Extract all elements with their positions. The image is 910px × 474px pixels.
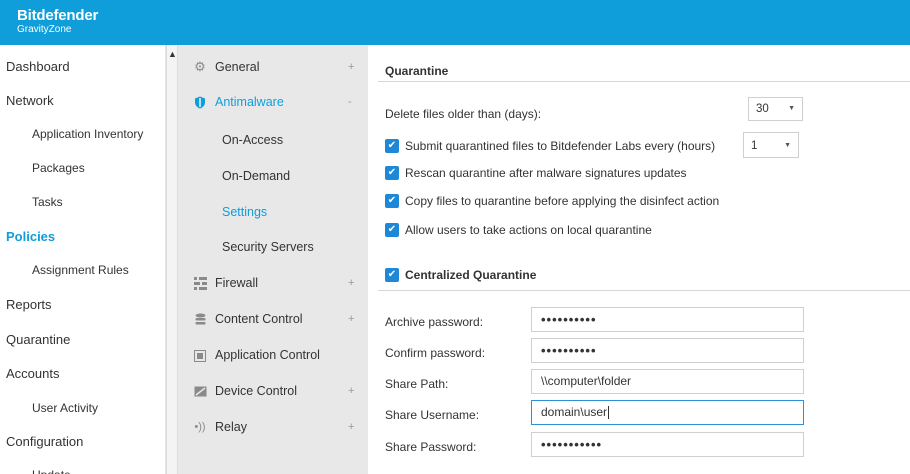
expand-icon[interactable]: + (348, 50, 354, 84)
relay-icon: •)) (194, 421, 206, 433)
nav-configuration[interactable]: Configuration (0, 428, 166, 456)
checkbox-checked-icon[interactable]: ✔ (385, 268, 399, 282)
section-device-control-label: Device Control (215, 384, 297, 398)
nav-accounts[interactable]: Accounts (0, 360, 166, 388)
share-username-value: domain\user (541, 405, 608, 419)
allow-users-label: Allow users to take actions on local qua… (405, 223, 652, 237)
share-password-field[interactable]: ••••••••••• (531, 432, 804, 457)
section-on-demand-label: On-Demand (222, 169, 291, 183)
delete-days-value: 30 (756, 103, 769, 115)
section-application-control[interactable]: Application Control (178, 338, 358, 372)
nav-assignment-rules[interactable]: Assignment Rules (0, 256, 166, 284)
delete-days-select[interactable]: 30 ▼ (748, 97, 803, 121)
divider (378, 81, 910, 82)
main-sidebar: Dashboard Network Application Inventory … (0, 45, 166, 474)
expand-icon[interactable]: + (348, 302, 354, 336)
centralized-quarantine-title: Centralized Quarantine (405, 268, 537, 282)
checkbox-checked-icon[interactable]: ✔ (385, 166, 399, 180)
bitdefender-logo[interactable]: Bitdefender GravityZone (17, 7, 98, 36)
rescan-label: Rescan quarantine after malware signatur… (405, 166, 687, 180)
checkbox-checked-icon[interactable]: ✔ (385, 223, 399, 237)
gear-icon: ⚙ (194, 59, 206, 74)
section-security-servers-label: Security Servers (222, 240, 314, 254)
chevron-down-icon: ▼ (784, 142, 791, 149)
nav-reports[interactable]: Reports (0, 291, 166, 319)
section-settings[interactable]: Settings (178, 195, 358, 229)
submit-quarantined-label: Submit quarantined files to Bitdefender … (405, 139, 716, 153)
app-control-icon (192, 338, 208, 372)
nav-packages[interactable]: Packages (0, 154, 166, 182)
quarantine-title: Quarantine (385, 64, 449, 78)
expand-icon[interactable]: + (348, 410, 354, 444)
brand-name: Bitdefender (17, 7, 99, 24)
nav-user-activity[interactable]: User Activity (0, 394, 166, 422)
text-cursor (608, 406, 610, 420)
archive-password-label: Archive password: (385, 315, 484, 329)
nav-update[interactable]: Update (0, 461, 166, 474)
section-security-servers[interactable]: Security Servers (178, 230, 358, 264)
expand-icon[interactable]: + (348, 374, 354, 408)
section-firewall-label: Firewall (215, 276, 259, 290)
section-relay[interactable]: •)) Relay + (178, 410, 358, 444)
section-on-demand[interactable]: On-Demand (178, 159, 358, 193)
collapse-icon[interactable]: - (348, 85, 352, 119)
share-path-field[interactable]: \\computer\folder (531, 369, 804, 394)
policy-sections-nav: ⚙ General + Antimalware - On-Access On-D… (178, 45, 368, 474)
database-icon (192, 302, 208, 336)
brand-product: GravityZone (17, 24, 72, 35)
share-path-label: Share Path: (385, 377, 449, 391)
firewall-icon (192, 266, 208, 300)
section-application-control-label: Application Control (215, 348, 320, 362)
scroll-up-icon[interactable]: ▲ (168, 49, 177, 59)
nav-tasks[interactable]: Tasks (0, 188, 166, 216)
section-firewall[interactable]: Firewall + (178, 266, 358, 300)
nav-dashboard[interactable]: Dashboard (0, 53, 166, 81)
confirm-password-field[interactable]: •••••••••• (531, 338, 804, 363)
section-antimalware-label: Antimalware (215, 95, 284, 109)
settings-content: Quarantine Delete files older than (days… (368, 45, 910, 474)
submit-hours-value: 1 (751, 140, 758, 152)
section-settings-label: Settings (222, 205, 268, 219)
device-icon (192, 374, 208, 408)
nav-quarantine[interactable]: Quarantine (0, 326, 166, 354)
archive-password-field[interactable]: •••••••••• (531, 307, 804, 332)
share-password-label: Share Password: (385, 440, 477, 454)
nav-network[interactable]: Network (0, 87, 166, 115)
expand-icon[interactable]: + (348, 266, 354, 300)
section-general[interactable]: ⚙ General + (178, 50, 358, 84)
submit-hours-select[interactable]: 1 ▼ (743, 132, 799, 158)
section-content-control-label: Content Control (215, 312, 303, 326)
checkbox-checked-icon[interactable]: ✔ (385, 139, 399, 153)
section-on-access[interactable]: On-Access (178, 123, 358, 157)
top-bar: Bitdefender GravityZone (0, 0, 910, 45)
chevron-down-icon: ▼ (788, 105, 795, 112)
checkbox-checked-icon[interactable]: ✔ (385, 194, 399, 208)
sidebar-scrollbar[interactable]: ▲ (166, 45, 178, 474)
section-relay-label: Relay (215, 420, 247, 434)
copy-files-label: Copy files to quarantine before applying… (405, 194, 720, 208)
section-device-control[interactable]: Device Control + (178, 374, 358, 408)
divider (378, 290, 910, 291)
share-username-label: Share Username: (385, 408, 480, 422)
section-general-label: General (215, 60, 260, 74)
share-username-field[interactable]: domain\user (531, 400, 804, 425)
shield-icon (192, 85, 208, 119)
delete-files-label: Delete files older than (days): (385, 107, 542, 121)
section-content-control[interactable]: Content Control + (178, 302, 358, 336)
section-antimalware[interactable]: Antimalware - (178, 85, 358, 119)
nav-application-inventory[interactable]: Application Inventory (0, 120, 166, 148)
section-on-access-label: On-Access (222, 133, 284, 147)
nav-policies[interactable]: Policies (0, 223, 166, 251)
confirm-password-label: Confirm password: (385, 346, 486, 360)
